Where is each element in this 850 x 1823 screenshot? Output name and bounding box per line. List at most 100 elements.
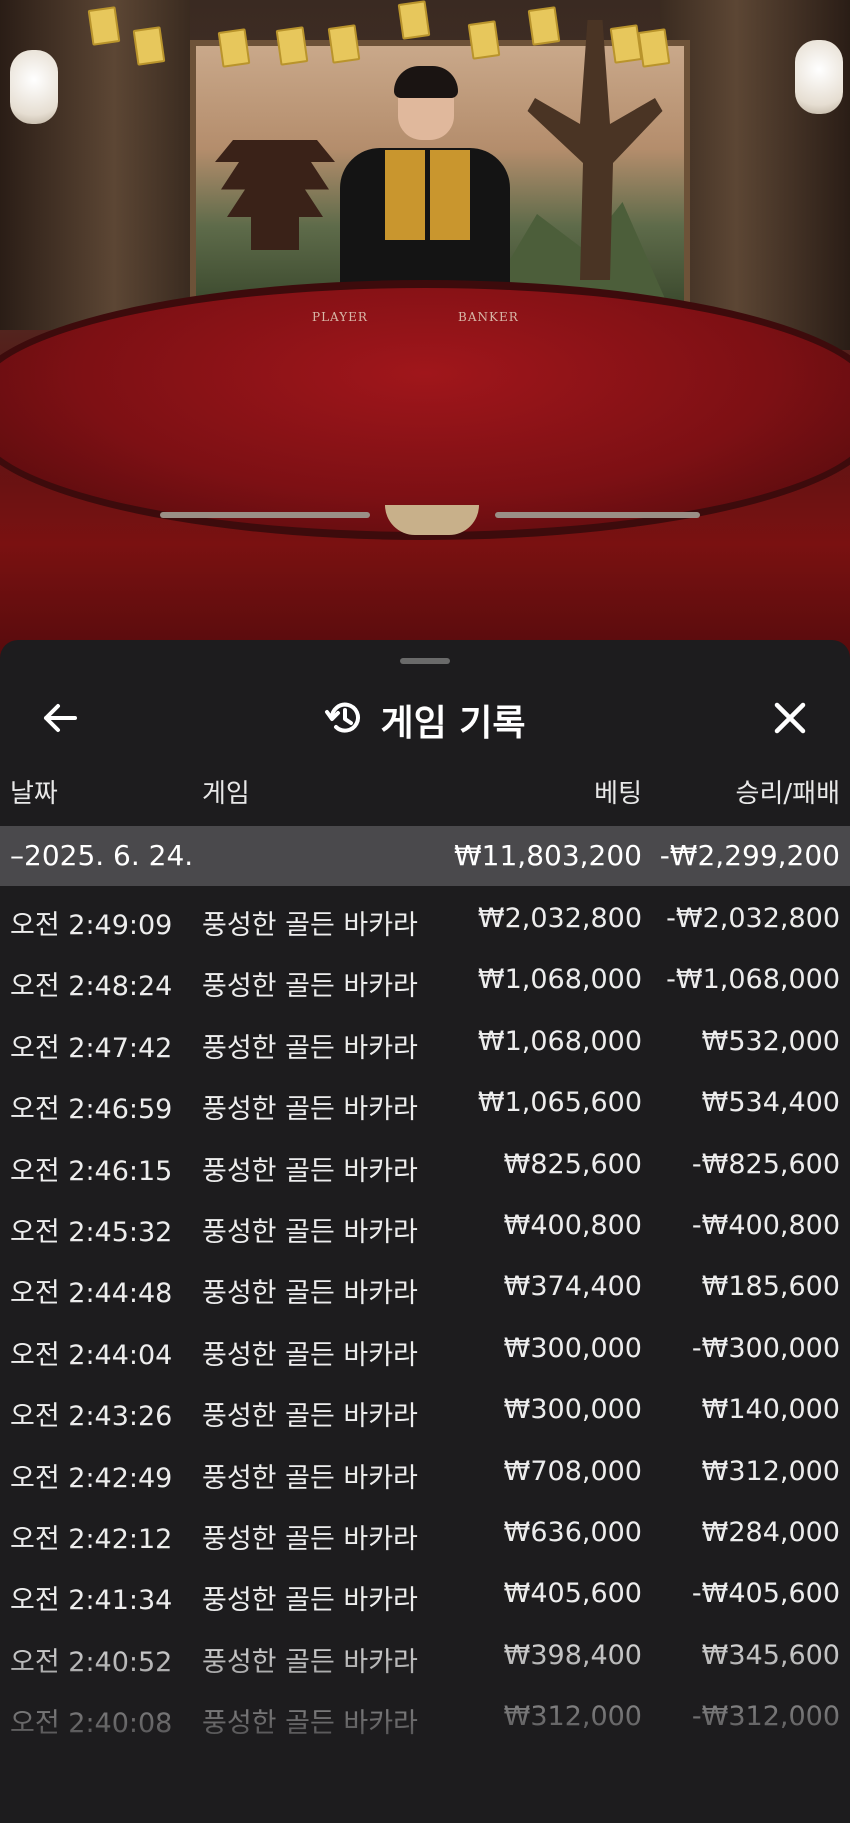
row-bet-amount: ₩400,800 bbox=[503, 1209, 642, 1241]
row-result-amount: -₩405,600 bbox=[691, 1578, 840, 1610]
gold-card bbox=[527, 6, 561, 46]
row-result-amount: ₩532,000 bbox=[701, 1025, 840, 1057]
sheet-drag-handle[interactable] bbox=[400, 658, 450, 664]
row-result-amount: -₩300,000 bbox=[691, 1332, 840, 1364]
row-result-amount: -₩400,800 bbox=[691, 1209, 840, 1241]
row-bet-amount: ₩2,032,800 bbox=[477, 903, 642, 934]
gold-card bbox=[327, 24, 361, 64]
summary-date: –2025. 6. 24. bbox=[10, 839, 194, 872]
row-time: 오전 2:44:04 bbox=[10, 1339, 173, 1371]
row-result-amount: ₩534,400 bbox=[701, 1087, 840, 1119]
row-game-name: 풍성한 골든 바카라 bbox=[202, 1278, 418, 1310]
row-time: 오전 2:40:08 bbox=[10, 1708, 173, 1740]
column-header-game: 게임 bbox=[202, 779, 250, 809]
player-label: PLAYER bbox=[312, 310, 368, 324]
gold-card bbox=[467, 20, 501, 60]
row-time: 오전 2:42:49 bbox=[10, 1462, 173, 1494]
sheet-header: 게임 기록 bbox=[0, 680, 850, 760]
row-game-name: 풍성한 골든 바카라 bbox=[202, 1462, 418, 1494]
row-result-amount: -₩2,032,800 bbox=[666, 903, 840, 934]
row-time: 오전 2:48:24 bbox=[10, 971, 173, 1003]
row-bet-amount: ₩300,000 bbox=[503, 1394, 642, 1426]
row-time: 오전 2:45:32 bbox=[10, 1216, 173, 1248]
row-time: 오전 2:40:52 bbox=[10, 1646, 173, 1678]
gold-card bbox=[609, 24, 643, 64]
gold-card bbox=[397, 0, 431, 40]
row-bet-amount: ₩398,400 bbox=[503, 1639, 642, 1671]
dealer bbox=[340, 66, 510, 308]
summary-result-total: -₩2,299,200 bbox=[659, 839, 840, 872]
gold-card bbox=[87, 6, 121, 46]
row-game-name: 풍성한 골든 바카라 bbox=[202, 971, 418, 1003]
row-game-name: 풍성한 골든 바카라 bbox=[202, 1585, 418, 1617]
history-row[interactable]: 오전 2:44:48 풍성한 골든 바카라 ₩374,400 ₩185,600 bbox=[0, 1254, 850, 1315]
back-button[interactable] bbox=[36, 696, 84, 744]
column-header-date: 날짜 bbox=[10, 779, 58, 809]
row-game-name: 풍성한 골든 바카라 bbox=[202, 1032, 418, 1064]
history-row[interactable]: 오전 2:49:09 풍성한 골든 바카라 ₩2,032,800 -₩2,032,80… bbox=[0, 886, 850, 947]
row-game-name: 풍성한 골든 바카라 bbox=[202, 1523, 418, 1555]
game-history-sheet: 게임 기록 날짜 게임 베팅 승리/패배 –2025. 6. 24. ₩11,8… bbox=[0, 640, 850, 1823]
row-game-name: 풍성한 골든 바카라 bbox=[202, 1216, 418, 1248]
table-rail-right bbox=[495, 512, 700, 518]
row-time: 오전 2:47:42 bbox=[10, 1032, 173, 1064]
row-game-name: 풍성한 골든 바카라 bbox=[202, 1646, 418, 1678]
column-header-bet: 베팅 bbox=[594, 779, 642, 809]
row-time: 오전 2:46:59 bbox=[10, 1094, 173, 1126]
row-result-amount: -₩1,068,000 bbox=[666, 964, 840, 996]
history-row[interactable]: 오전 2:40:52 풍성한 골든 바카라 ₩398,400 ₩345,600 bbox=[0, 1623, 850, 1684]
row-time: 오전 2:46:15 bbox=[10, 1155, 173, 1187]
row-result-amount: ₩284,000 bbox=[701, 1516, 840, 1548]
lantern-left bbox=[10, 50, 58, 124]
date-summary-row[interactable]: –2025. 6. 24. ₩11,803,200 -₩2,299,200 bbox=[0, 826, 850, 886]
row-game-name: 풍성한 골든 바카라 bbox=[202, 1094, 418, 1126]
history-list: 오전 2:49:09 풍성한 골든 바카라 ₩2,032,800 -₩2,032,80… bbox=[0, 886, 850, 1745]
row-bet-amount: ₩374,400 bbox=[503, 1271, 642, 1303]
row-bet-amount: ₩636,000 bbox=[503, 1516, 642, 1548]
history-row[interactable]: 오전 2:46:15 풍성한 골든 바카라 ₩825,600 -₩825,600 bbox=[0, 1132, 850, 1193]
row-time: 오전 2:44:48 bbox=[10, 1278, 173, 1310]
row-game-name: 풍성한 골든 바카라 bbox=[202, 1155, 418, 1187]
close-icon bbox=[773, 701, 807, 739]
baccarat-table bbox=[0, 280, 850, 540]
row-result-amount: ₩185,600 bbox=[701, 1271, 840, 1303]
summary-bet-total: ₩11,803,200 bbox=[453, 839, 642, 872]
row-time: 오전 2:42:12 bbox=[10, 1523, 173, 1555]
lantern-right bbox=[795, 40, 843, 114]
row-bet-amount: ₩825,600 bbox=[503, 1148, 642, 1180]
row-result-amount: ₩345,600 bbox=[701, 1639, 840, 1671]
row-result-amount: ₩140,000 bbox=[701, 1394, 840, 1426]
arrow-left-icon bbox=[42, 702, 78, 738]
sheet-title: 게임 기록 bbox=[380, 703, 526, 744]
row-time: 오전 2:41:34 bbox=[10, 1585, 173, 1617]
history-row[interactable]: 오전 2:44:04 풍성한 골든 바카라 ₩300,000 -₩300,000 bbox=[0, 1316, 850, 1377]
row-result-amount: -₩825,600 bbox=[691, 1148, 840, 1180]
row-bet-amount: ₩708,000 bbox=[503, 1455, 642, 1487]
row-bet-amount: ₩1,068,000 bbox=[477, 1025, 642, 1057]
history-row[interactable]: 오전 2:47:42 풍성한 골든 바카라 ₩1,068,000 ₩532,000 bbox=[0, 1009, 850, 1070]
row-bet-amount: ₩312,000 bbox=[503, 1701, 642, 1733]
row-bet-amount: ₩1,068,000 bbox=[477, 964, 642, 996]
history-row[interactable]: 오전 2:48:24 풍성한 골든 바카라 ₩1,068,000 -₩1,068,00… bbox=[0, 947, 850, 1008]
row-result-amount: -₩312,000 bbox=[691, 1701, 840, 1733]
row-game-name: 풍성한 골든 바카라 bbox=[202, 1401, 418, 1433]
close-button[interactable] bbox=[766, 696, 814, 744]
history-row[interactable]: 오전 2:45:32 풍성한 골든 바카라 ₩400,800 -₩400,800 bbox=[0, 1193, 850, 1254]
gold-card bbox=[132, 26, 166, 66]
history-row[interactable]: 오전 2:46:59 풍성한 골든 바카라 ₩1,065,600 ₩534,400 bbox=[0, 1070, 850, 1131]
history-row[interactable]: 오전 2:42:49 풍성한 골든 바카라 ₩708,000 ₩312,000 bbox=[0, 1439, 850, 1500]
history-row[interactable]: 오전 2:42:12 풍성한 골든 바카라 ₩636,000 ₩284,000 bbox=[0, 1500, 850, 1561]
gold-card bbox=[637, 28, 671, 68]
row-bet-amount: ₩1,065,600 bbox=[477, 1087, 642, 1119]
banker-label: BANKER bbox=[458, 310, 519, 324]
row-time: 오전 2:43:26 bbox=[10, 1401, 173, 1433]
row-game-name: 풍성한 골든 바카라 bbox=[202, 910, 418, 941]
row-game-name: 풍성한 골든 바카라 bbox=[202, 1339, 418, 1371]
history-icon bbox=[324, 698, 364, 742]
history-row[interactable]: 오전 2:43:26 풍성한 골든 바카라 ₩300,000 ₩140,000 bbox=[0, 1377, 850, 1438]
table-rail-left bbox=[160, 512, 370, 518]
gold-card bbox=[275, 26, 309, 66]
history-row[interactable]: 오전 2:41:34 풍성한 골든 바카라 ₩405,600 -₩405,600 bbox=[0, 1561, 850, 1622]
history-row[interactable]: 오전 2:40:08 풍성한 골든 바카라 ₩312,000 -₩312,000 bbox=[0, 1684, 850, 1745]
column-headers: 날짜 게임 베팅 승리/패배 bbox=[0, 765, 850, 815]
